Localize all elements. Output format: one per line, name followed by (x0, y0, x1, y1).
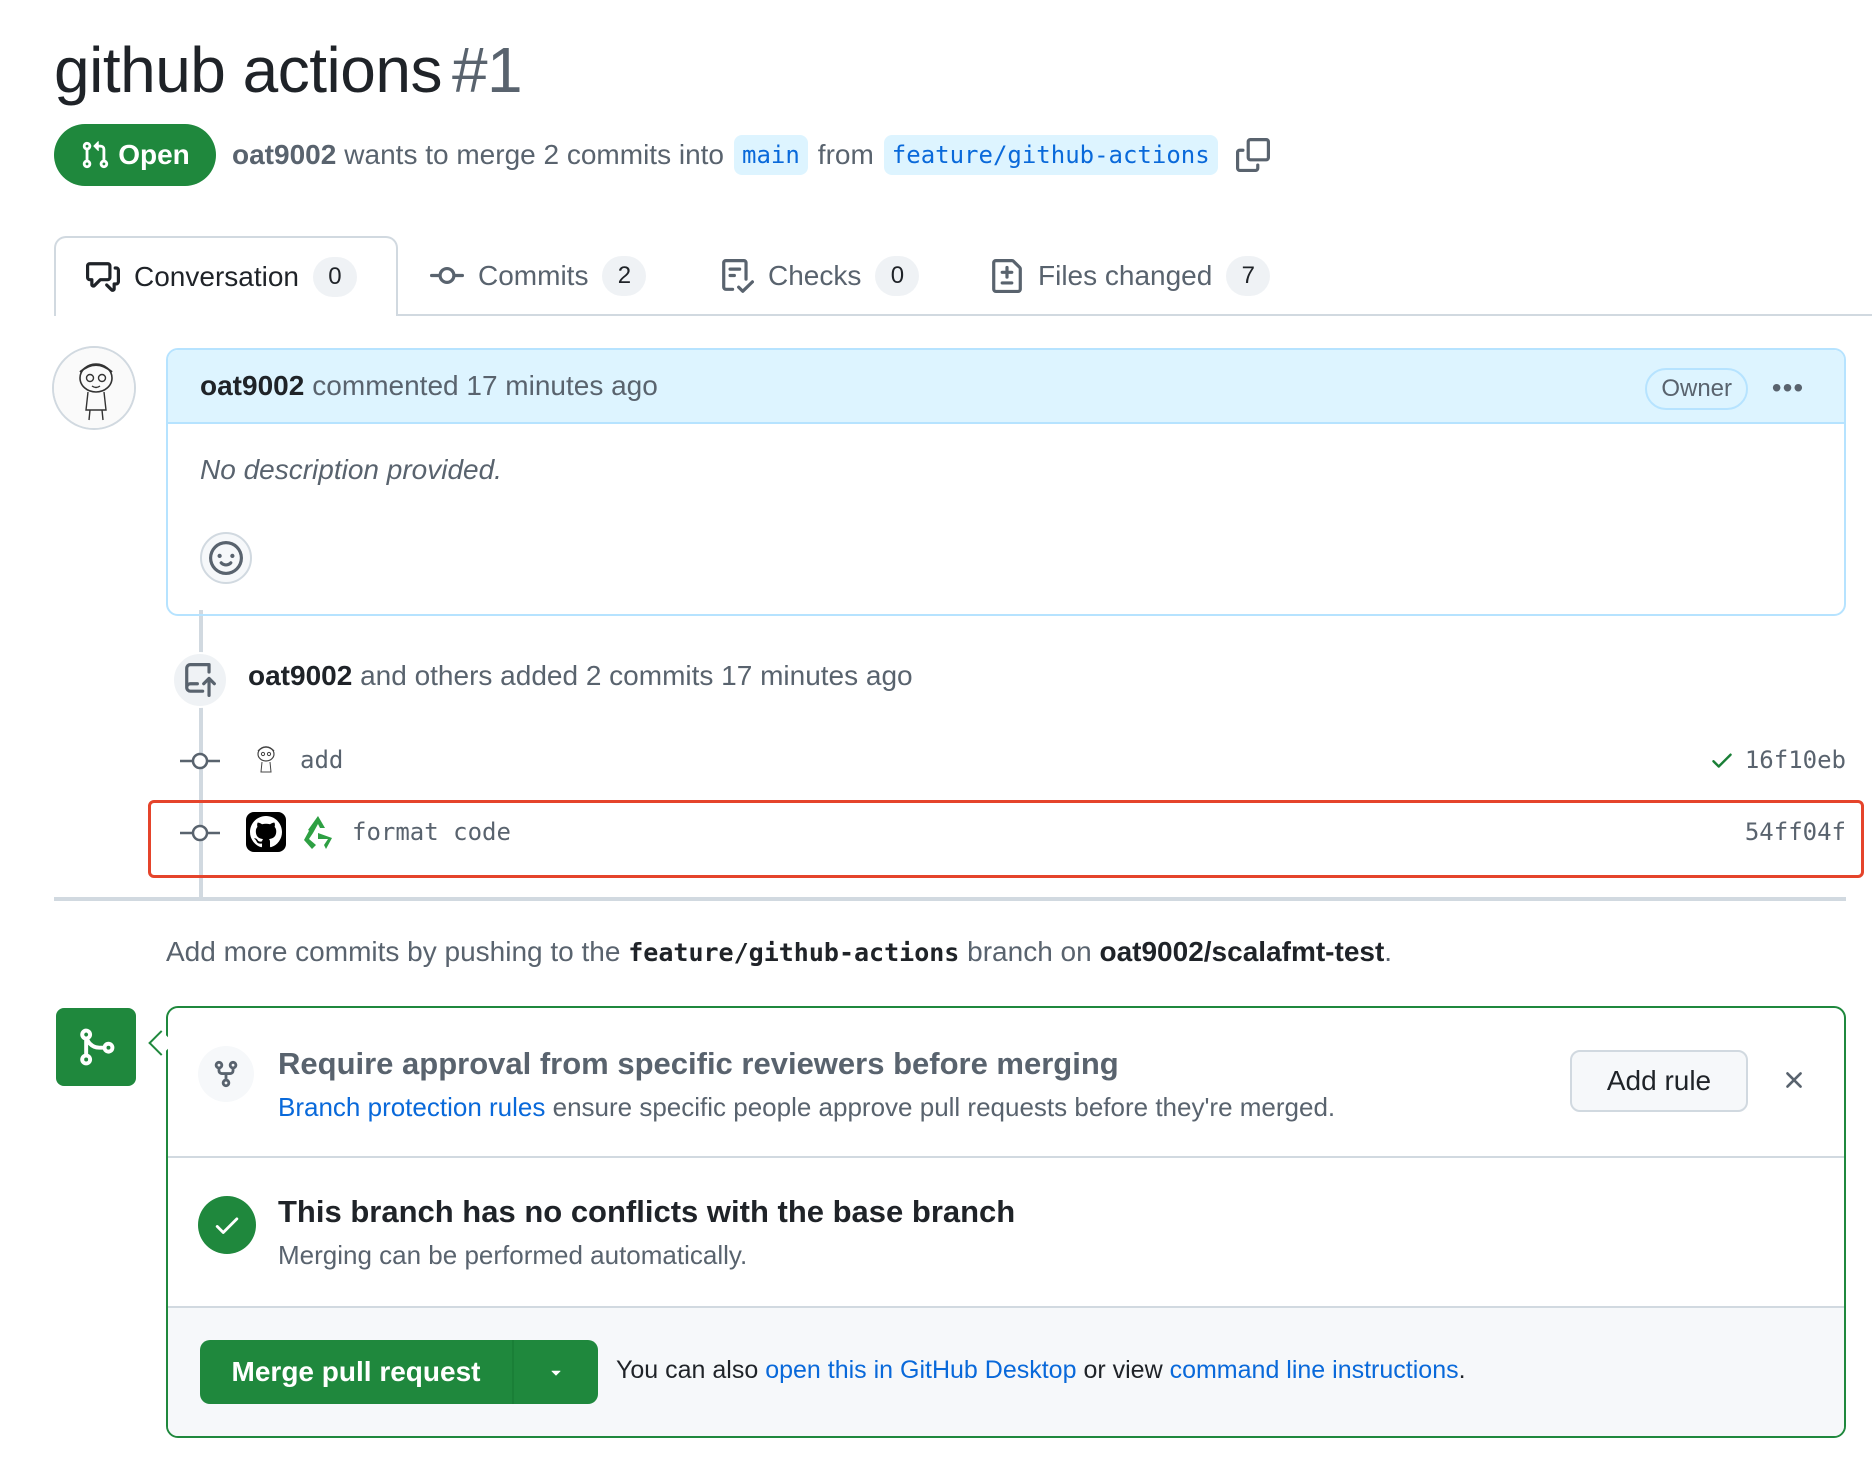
merge-pull-request-button[interactable]: Merge pull request (200, 1340, 514, 1404)
comment-author-link[interactable]: oat9002 (200, 370, 304, 402)
smiley-icon (209, 541, 243, 575)
protection-text: ensure specific people approve pull requ… (552, 1092, 1336, 1122)
comment-discussion-icon (86, 262, 120, 292)
pr-merge-text: wants to merge 2 commits into (344, 139, 724, 170)
check-circle-icon (198, 1196, 256, 1254)
commit-sha-area: 54ff04f (1745, 818, 1846, 846)
conflicts-section: This branch has no conflicts with the ba… (168, 1158, 1844, 1308)
push-event-text: oat9002 and others added 2 commits 17 mi… (248, 660, 913, 692)
commit-message-link[interactable]: add (300, 746, 343, 774)
avatar-drawing-icon (54, 348, 134, 428)
add-reaction-button[interactable] (200, 532, 252, 584)
more-commits-branch: feature/github-actions (628, 938, 960, 967)
more-commits-repo: oat9002/scalafmt-test (1099, 936, 1385, 967)
recycle-emoji-icon (298, 812, 338, 852)
pr-state-label: Open (118, 139, 190, 170)
branch-protection-section: Require approval from specific reviewers… (168, 1008, 1844, 1158)
comment-box: oat9002 commented 17 minutes ago Owner •… (166, 348, 1846, 616)
more-commits-suffix: . (1384, 936, 1393, 967)
tab-commits[interactable]: Commits 2 (430, 236, 647, 316)
conflicts-title: This branch has no conflicts with the ba… (278, 1194, 1016, 1229)
tab-commits-label: Commits (478, 260, 589, 291)
more-commits-prefix: Add more commits by pushing to the (166, 936, 621, 967)
commit-row: add 16f10eb (180, 732, 1846, 788)
check-icon[interactable] (1709, 747, 1735, 773)
push-event-icon (172, 652, 228, 708)
owner-badge: Owner (1645, 368, 1748, 410)
commit-message-link[interactable]: format code (352, 818, 511, 846)
open-github-desktop-link[interactable]: open this in GitHub Desktop (765, 1356, 1076, 1384)
head-branch-link[interactable]: feature/github-actions (883, 135, 1218, 175)
tab-conversation-label: Conversation (134, 261, 299, 292)
repo-push-icon (185, 663, 216, 697)
pr-title: github actions #1 (54, 28, 523, 112)
git-branch-icon (198, 1046, 254, 1102)
merge-box: Require approval from specific reviewers… (166, 1006, 1846, 1438)
add-rule-button[interactable]: Add rule (1570, 1050, 1748, 1112)
comment-body: No description provided. (200, 454, 502, 485)
github-actions-avatar[interactable] (246, 812, 286, 852)
tab-files-count: 7 (1226, 256, 1271, 296)
protection-title: Require approval from specific reviewers… (278, 1046, 1119, 1081)
merge-text-2: or view (1083, 1356, 1163, 1384)
push-event-description: and others added 2 commits 17 minutes ag… (360, 660, 913, 691)
command-line-instructions-link[interactable]: command line instructions (1170, 1356, 1459, 1384)
kebab-horizontal-icon[interactable]: ••• (1768, 370, 1808, 406)
merge-text-1: You can also (616, 1356, 759, 1384)
git-commit-icon (180, 821, 220, 843)
comment-header: oat9002 commented 17 minutes ago Owner •… (168, 350, 1844, 424)
push-author-link[interactable]: oat9002 (248, 660, 352, 691)
pr-meta: oat9002 wants to merge 2 commits into ma… (232, 130, 1270, 180)
merge-text-3: . (1458, 1356, 1466, 1384)
merge-options-dropdown[interactable] (514, 1340, 598, 1404)
pr-author-link[interactable]: oat9002 (232, 139, 336, 171)
avatar-drawing-icon (246, 740, 286, 780)
tab-files-changed[interactable]: Files changed 7 (990, 236, 1271, 316)
merge-alternatives-text: You can also open this in GitHub Desktop… (616, 1356, 1466, 1385)
merge-button-group: Merge pull request (200, 1340, 598, 1404)
file-diff-icon (992, 259, 1022, 293)
commit-row: format code 54ff04f (180, 804, 1846, 860)
tab-checks-label: Checks (768, 260, 862, 291)
tab-commits-count: 2 (602, 256, 647, 296)
add-more-commits-note: Add more commits by pushing to the featu… (166, 936, 1392, 968)
avatar[interactable] (52, 346, 136, 430)
comment-action[interactable]: commented 17 minutes ago (312, 370, 658, 402)
checklist-icon (722, 259, 754, 293)
commit-sha-area: 16f10eb (1709, 746, 1846, 774)
git-commit-icon (180, 749, 220, 771)
tab-checks-count: 0 (875, 256, 920, 296)
pr-state-badge: Open (54, 124, 216, 186)
conflicts-subtitle: Merging can be performed automatically. (278, 1240, 748, 1270)
copy-icon[interactable] (1235, 138, 1270, 172)
timeline-divider (54, 897, 1846, 901)
tab-checks[interactable]: Checks 0 (720, 236, 920, 316)
tab-files-label: Files changed (1038, 260, 1213, 291)
pr-title-text: github actions (54, 34, 442, 106)
branch-protection-rules-link[interactable]: Branch protection rules (278, 1092, 545, 1122)
git-pull-request-icon (83, 141, 109, 169)
merge-action-section: Merge pull request You can also open thi… (168, 1308, 1844, 1436)
merge-status-icon (56, 1008, 136, 1086)
more-commits-middle: branch on (967, 936, 1092, 967)
tab-conversation-count: 0 (312, 257, 357, 297)
git-commit-icon (430, 266, 464, 284)
pr-from-text: from (817, 139, 874, 170)
commit-sha-link[interactable]: 54ff04f (1745, 818, 1846, 846)
pr-number: #1 (451, 34, 523, 106)
tab-conversation[interactable]: Conversation 0 (54, 236, 398, 316)
commit-sha-link[interactable]: 16f10eb (1745, 746, 1846, 774)
github-logo-icon (250, 816, 282, 848)
git-merge-icon (80, 1028, 115, 1066)
base-branch-link[interactable]: main (734, 135, 808, 175)
protection-description: Branch protection rules ensure specific … (278, 1092, 1335, 1123)
close-icon[interactable] (1776, 1062, 1812, 1098)
commit-author-avatar[interactable] (246, 740, 286, 780)
triangle-down-icon (551, 1370, 561, 1376)
